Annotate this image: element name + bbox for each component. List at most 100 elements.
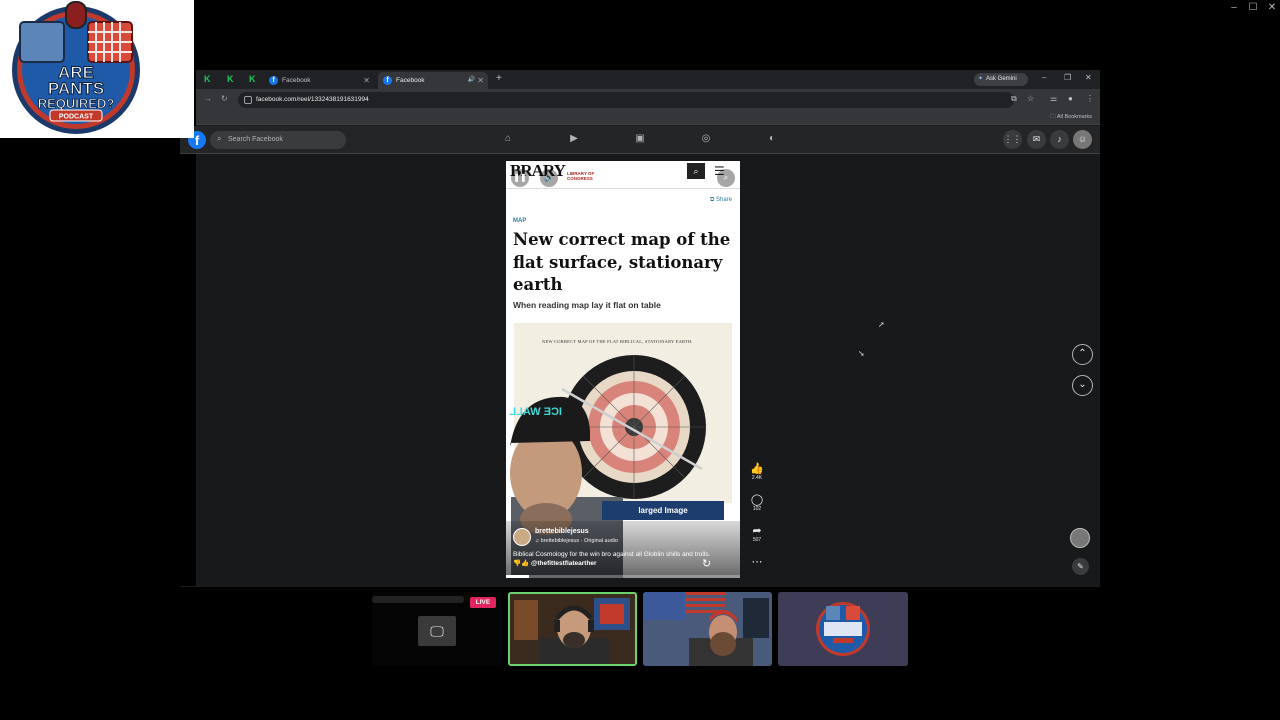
more-dots-icon: ⋯ [751,556,763,568]
tab-strip: K K K f Facebook ✕ f Facebook 🔊 ✕ + Ask … [196,70,1100,89]
like-button[interactable]: 👍 2.4K [748,463,766,482]
address-bar[interactable]: facebook.com/reel/1332438191631994 [238,92,1014,108]
tab-label: Facebook [396,77,425,84]
new-tab-button[interactable]: + [496,73,502,84]
author-avatar[interactable] [513,528,531,546]
podcast-logo-small [778,592,908,666]
caption-mention[interactable]: 👎👍 @thefittestflatearther [513,559,597,567]
article-headline: New correct map of the flat surface, sta… [513,230,731,294]
participant-tile-host-1[interactable] [508,592,637,666]
extensions-icon[interactable]: ⚌ [1050,94,1057,103]
marketplace-icon[interactable]: ▣ [633,132,647,146]
volume-icon[interactable]: 🔈 [540,169,558,187]
forward-icon[interactable]: → [204,94,212,103]
reload-icon[interactable]: ↻ [221,94,228,103]
host-2-video [643,592,772,666]
pinned-tab-1[interactable]: K [204,74,214,84]
messenger-icon[interactable]: ✉ [1027,130,1046,149]
chevron-up-icon: ⌃ [1078,348,1087,359]
reel-progress-fill [506,575,530,578]
tab-facebook-1[interactable]: f Facebook ✕ [264,72,374,89]
site-info-icon[interactable] [244,96,252,104]
author-name[interactable]: brettebiblejesus [535,528,589,535]
host-1-video [510,594,635,664]
browser-toolbar: → ↻ facebook.com/reel/1332438191631994 ⧉… [196,89,1100,111]
facebook-favicon-icon: f [269,76,278,85]
browser-close-icon[interactable]: ✕ [1085,73,1092,82]
view-enlarged-image-button: larged Image [602,501,724,520]
share-arrow-icon: ➦ [752,525,762,537]
close-tab-icon[interactable]: ✕ [363,72,370,89]
article-subhead: When reading map lay it flat on table [513,300,661,310]
masthead-subtitle: LIBRARY OF CONGRESS [567,171,595,181]
maximize-icon[interactable]: ☐ [1243,1,1263,15]
browser-restore-icon[interactable]: ❐ [1064,73,1071,82]
article-share-link: ⧉ Share [710,197,732,203]
mention-text: @thefittestflatearther [531,560,597,567]
reel-search-icon[interactable]: ⌕ [717,169,735,187]
profile-icon[interactable]: ● [1068,94,1073,103]
thumbs-up-icon: 👍 [750,463,764,475]
previous-reel-button[interactable]: ⌃ [1072,344,1093,365]
share-button[interactable]: ➦ 507 [748,525,766,544]
audio-label: brettebiblejesus · Original audio [540,538,619,544]
comment-count: 102 [752,506,762,512]
podcast-logo-art: ARE PANTS REQUIRED? PODCAST [12,1,140,134]
minimize-icon[interactable]: – [1224,1,1244,15]
participant-tile-podcast-logo[interactable] [778,592,908,666]
home-icon[interactable]: ⌂ [501,132,515,146]
pinned-tab-3[interactable]: K [249,74,259,84]
facebook-search-input[interactable]: ⌕ Search Facebook [210,131,346,149]
compose-icon[interactable]: ✎ [1072,558,1089,575]
install-app-icon[interactable]: ⧉ [1011,94,1017,104]
close-icon[interactable]: ✕ [1262,1,1280,15]
account-avatar[interactable]: ☺ [1073,130,1092,149]
pause-icon[interactable]: ❚❚ [511,169,529,187]
all-bookmarks-button[interactable]: 🗀 All Bookmarks [1050,113,1092,122]
gaming-icon[interactable]: ◐ [765,132,779,146]
stream-divider [180,586,1100,587]
audio-playing-icon[interactable]: 🔊 [468,72,475,89]
reel-video[interactable]: BRARY LIBRARY OF CONGRESS ⌕ ☰ ❚❚ 🔈 ⌕ ⧉ S… [506,161,740,578]
share-count: 507 [752,537,762,543]
pinned-tab-2[interactable]: K [227,74,237,84]
comment-bubble-icon: ◯ [750,494,764,506]
facebook-favicon-icon: f [383,76,392,85]
all-bookmarks-label: All Bookmarks [1056,114,1092,120]
logo-banner: PODCAST [59,114,94,121]
mouse-cursor-icon: ➘ [858,349,865,358]
live-badge: LIVE [470,597,496,608]
original-audio-link[interactable]: ♫ brettebiblejesus · Original audio [535,538,618,544]
groups-icon[interactable]: ◎ [699,132,713,146]
next-reel-button[interactable]: ⌄ [1072,375,1093,396]
notifications-bell-icon[interactable]: ♪ [1050,130,1069,149]
hat-text: ICE WALL [509,406,562,418]
browser-minimize-icon[interactable]: – [1042,73,1046,82]
comment-button[interactable]: ◯ 102 [748,494,766,513]
viewer-avatar[interactable] [1070,528,1090,548]
close-tab-icon[interactable]: ✕ [477,72,484,89]
chevron-down-icon: ⌄ [1078,379,1087,390]
tab-facebook-2[interactable]: f Facebook 🔊 ✕ [378,72,488,89]
logo-line-3: REQUIRED? [38,96,115,111]
replay-icon[interactable]: ↻ [702,557,711,570]
facebook-header: f ⌕ Search Facebook ⌂ ▶ ▣ ◎ ◐ ⋮⋮ ✉ ♪ ☺ [180,126,1100,154]
article-category: MAP [513,218,527,224]
search-icon: ⌕ [217,134,222,143]
url-text: facebook.com/reel/1332438191631994 [256,96,369,103]
screen-share-label-bar [372,596,464,603]
reel-progress-bar[interactable] [506,575,740,578]
menu-grid-icon[interactable]: ⋮⋮ [1003,130,1022,149]
browser-menu-icon[interactable]: ⋮ [1086,94,1094,103]
bookmark-star-icon[interactable]: ☆ [1027,94,1034,103]
like-count: 2.4K [751,475,763,481]
mouse-cursor-icon: ➚ [878,320,885,329]
more-options-button[interactable]: ⋯ [748,556,766,568]
bookmarks-bar: 🗀 All Bookmarks [196,111,1100,125]
screen-share-icon: 🖵 [418,616,456,646]
masthead-search-icon: ⌕ [687,163,705,179]
participant-tile-host-2[interactable] [643,592,772,666]
ask-gemini-button[interactable]: Ask Gemini [974,73,1028,86]
video-icon[interactable]: ▶ [567,132,581,146]
map-title: NEW CORRECT MAP OF THE FLAT BIBLICAL, ST… [542,339,693,344]
